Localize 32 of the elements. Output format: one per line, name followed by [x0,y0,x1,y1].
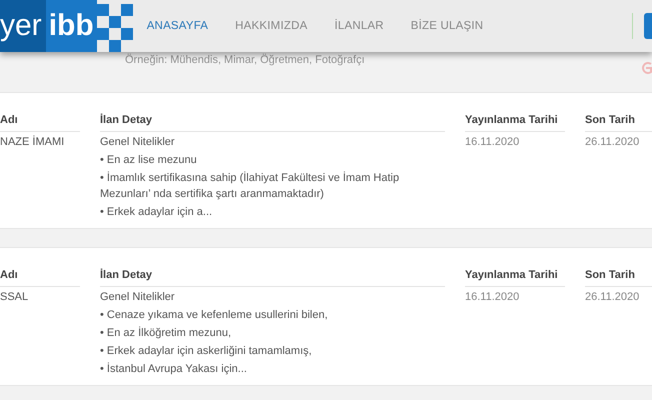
table-cell-text: 16.11.2020 [465,135,520,150]
requirement-text: • En az İlköğretim mezunu, [100,326,232,341]
requirement-text: • En az lise mezunu [100,153,198,168]
letter-icon [642,62,652,74]
nav-link[interactable]: İLANLAR [334,20,384,32]
search-field[interactable]: Örneğin: Mühendis, Mimar, Öğretmen, Fotoğrafçı [125,54,365,66]
detail-title: Genel Nitelikler [100,290,176,305]
requirement-text: • Cenaze yıkama ve kefenleme usullerini bilen, [100,308,329,323]
table-cell-text: NAZE İMAMI [0,134,66,150]
column-header: Son Tarih [585,110,652,132]
detail-title: Genel Nitelikler [100,135,176,150]
column-header: Yayınlanma Tarihi [465,110,565,132]
table-cell-text: SSAL [0,290,30,305]
header-button[interactable] [644,13,652,39]
column-header: Adı [0,265,80,287]
requirement-text: • İmamlık sertifikasına sahip (İlahiyat Fakültesi ve İmam Hatip Mezunları’ nda sertifika şartı aranmamaktadır) [100,170,400,202]
column-header: Son Tarih [585,265,652,287]
logo-text: ibb [46,0,97,52]
nav-link[interactable]: BİZE ULAŞIN [410,20,484,32]
column-header: Yayınlanma Tarihi [465,265,565,287]
table-cell-text: 16.11.2020 [465,290,520,305]
column-header: İlan Detay [100,110,445,132]
requirement-text: • Erkek adaylar için askerliğini tamamlamış, [100,344,313,359]
column-header: İlan Detay [100,265,445,287]
column-header: Adı [0,110,80,132]
nav-link[interactable]: HAKKIMIZDA [235,20,308,32]
table-cell-text: 26.11.2020 [585,290,640,305]
table-cell-text: 26.11.2020 [585,135,640,150]
requirement-text: • Erkek adaylar için a... [100,205,214,220]
logo-text: yer [0,0,46,52]
nav-link[interactable]: ANASAYFA [146,20,208,32]
requirement-text: • İstanbul Avrupa Yakası için... [100,362,248,377]
